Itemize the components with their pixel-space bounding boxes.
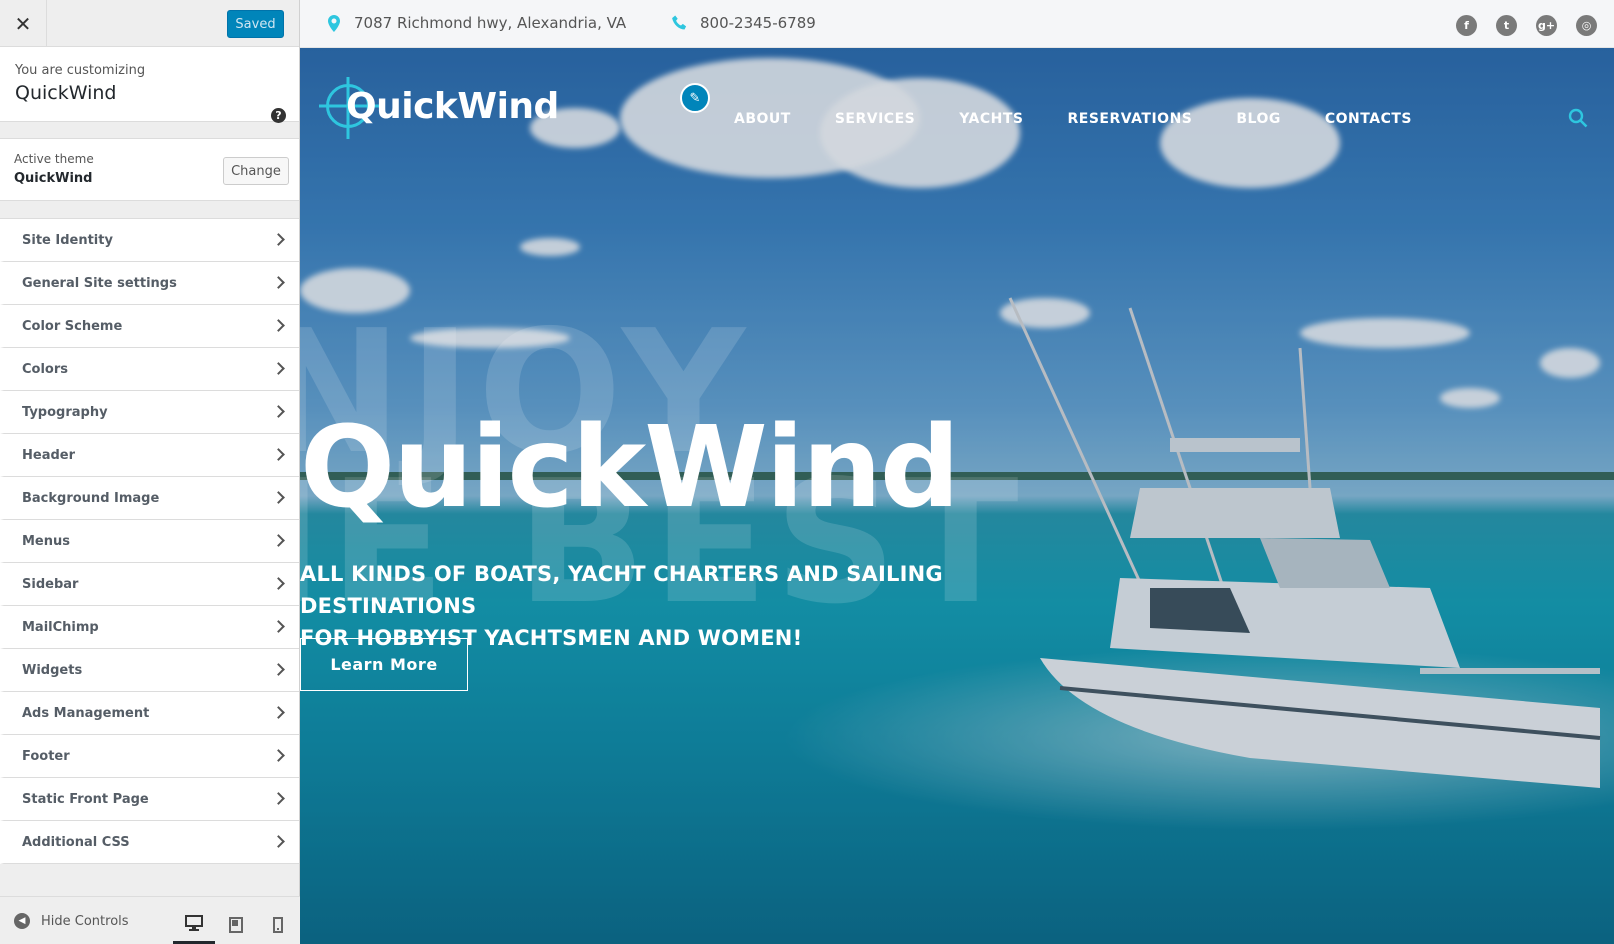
preview-mobile-button[interactable] xyxy=(257,905,299,944)
section-widgets[interactable]: Widgets xyxy=(0,649,299,692)
phone-icon xyxy=(672,15,687,30)
chevron-right-icon xyxy=(272,276,285,289)
section-label: Site Identity xyxy=(22,232,113,248)
customizing-info: You are customizing QuickWind ? xyxy=(0,47,299,123)
site-logo[interactable]: QuickWind xyxy=(326,84,559,128)
section-label: Static Front Page xyxy=(22,791,149,807)
instagram-icon[interactable]: ◎ xyxy=(1576,15,1597,36)
phone-text: 800-2345-6789 xyxy=(700,14,816,32)
customizer-sidebar: ✕ Saved You are customizing QuickWind ? … xyxy=(0,0,300,944)
address-item: 7087 Richmond hwy, Alexandria, VA xyxy=(328,14,626,32)
location-pin-icon xyxy=(328,14,340,32)
preview-tablet-button[interactable] xyxy=(215,905,257,944)
hide-controls-label: Hide Controls xyxy=(41,913,129,929)
active-theme-panel: Active theme QuickWind Change xyxy=(0,138,299,201)
section-menus[interactable]: Menus xyxy=(0,520,299,563)
desktop-icon xyxy=(185,915,203,931)
collapse-arrow-icon: ◀ xyxy=(14,913,30,929)
hero-title: QuickWind xyxy=(300,403,960,533)
learn-more-button[interactable]: Learn More xyxy=(300,638,468,691)
section-label: Additional CSS xyxy=(22,834,130,850)
phone-item: 800-2345-6789 xyxy=(672,14,816,32)
close-customizer-button[interactable]: ✕ xyxy=(0,0,47,47)
chevron-right-icon xyxy=(272,792,285,805)
section-colors[interactable]: Colors xyxy=(0,348,299,391)
address-text: 7087 Richmond hwy, Alexandria, VA xyxy=(354,14,627,32)
edit-shortcut-pencil-icon[interactable]: ✎ xyxy=(680,83,710,113)
section-static-front-page[interactable]: Static Front Page xyxy=(0,778,299,821)
chevron-right-icon xyxy=(272,405,285,418)
section-label: Header xyxy=(22,447,76,463)
chevron-right-icon xyxy=(272,706,285,719)
section-label: Sidebar xyxy=(22,576,79,592)
section-label: MailChimp xyxy=(22,619,99,635)
help-icon[interactable]: ? xyxy=(271,108,286,123)
section-label: Color Scheme xyxy=(22,318,123,334)
nav-about[interactable]: ABOUT xyxy=(734,111,791,127)
section-label: Ads Management xyxy=(22,705,150,721)
chevron-right-icon xyxy=(272,577,285,590)
section-footer[interactable]: Footer xyxy=(0,735,299,778)
section-general-site-settings[interactable]: General Site settings xyxy=(0,262,299,305)
nav-services[interactable]: SERVICES xyxy=(835,111,915,127)
hero-section: NJOY IE BEST QuickWind ✎ ABOUT SERVICES … xyxy=(300,48,1614,944)
section-label: Widgets xyxy=(22,662,83,678)
main-navigation: ABOUT SERVICES YACHTS RESERVATIONS BLOG … xyxy=(734,111,1456,127)
tablet-icon xyxy=(229,917,243,933)
chevron-right-icon xyxy=(272,233,285,246)
chevron-right-icon xyxy=(272,534,285,547)
section-background-image[interactable]: Background Image xyxy=(0,477,299,520)
nav-blog[interactable]: BLOG xyxy=(1236,111,1281,127)
chevron-right-icon xyxy=(272,491,285,504)
hero-subtitle-line-1: ALL KINDS OF BOATS, YACHT CHARTERS AND S… xyxy=(300,562,943,618)
section-typography[interactable]: Typography xyxy=(0,391,299,434)
chevron-right-icon xyxy=(272,749,285,762)
chevron-right-icon xyxy=(272,362,285,375)
customizer-header: ✕ Saved xyxy=(0,0,299,47)
mobile-icon xyxy=(273,917,283,933)
section-header[interactable]: Header xyxy=(0,434,299,477)
section-label: Typography xyxy=(22,404,108,420)
chevron-right-icon xyxy=(272,663,285,676)
chevron-right-icon xyxy=(272,835,285,848)
change-theme-button[interactable]: Change xyxy=(223,157,289,185)
site-preview: 7087 Richmond hwy, Alexandria, VA 800-23… xyxy=(300,0,1614,944)
saved-button[interactable]: Saved xyxy=(227,10,284,38)
nav-reservations[interactable]: RESERVATIONS xyxy=(1068,111,1193,127)
customizer-sections: Site Identity General Site settings Colo… xyxy=(0,218,299,864)
chevron-right-icon xyxy=(272,319,285,332)
hide-controls-button[interactable]: ◀ Hide Controls xyxy=(14,913,129,929)
chevron-right-icon xyxy=(272,448,285,461)
section-ads-management[interactable]: Ads Management xyxy=(0,692,299,735)
section-additional-css[interactable]: Additional CSS xyxy=(0,821,299,864)
section-label: Menus xyxy=(22,533,71,549)
customizing-title: QuickWind xyxy=(15,82,117,104)
section-mailchimp[interactable]: MailChimp xyxy=(0,606,299,649)
section-site-identity[interactable]: Site Identity xyxy=(0,219,299,262)
section-label: Colors xyxy=(22,361,69,377)
customizing-label: You are customizing xyxy=(15,63,146,78)
chevron-right-icon xyxy=(272,620,285,633)
section-label: Background Image xyxy=(22,490,160,506)
preview-desktop-button[interactable] xyxy=(173,905,215,944)
site-logo-text: QuickWind xyxy=(346,85,559,127)
section-color-scheme[interactable]: Color Scheme xyxy=(0,305,299,348)
nav-yachts[interactable]: YACHTS xyxy=(959,111,1023,127)
section-label: General Site settings xyxy=(22,275,177,291)
twitter-icon[interactable]: t xyxy=(1496,15,1517,36)
facebook-icon[interactable]: f xyxy=(1456,15,1477,36)
nav-contacts[interactable]: CONTACTS xyxy=(1325,111,1412,127)
google-plus-icon[interactable]: g+ xyxy=(1536,15,1557,36)
section-sidebar[interactable]: Sidebar xyxy=(0,563,299,606)
customizer-footer: ◀ Hide Controls xyxy=(0,896,300,944)
search-icon[interactable] xyxy=(1568,108,1588,128)
section-label: Footer xyxy=(22,748,70,764)
site-topbar: 7087 Richmond hwy, Alexandria, VA 800-23… xyxy=(300,0,1614,48)
